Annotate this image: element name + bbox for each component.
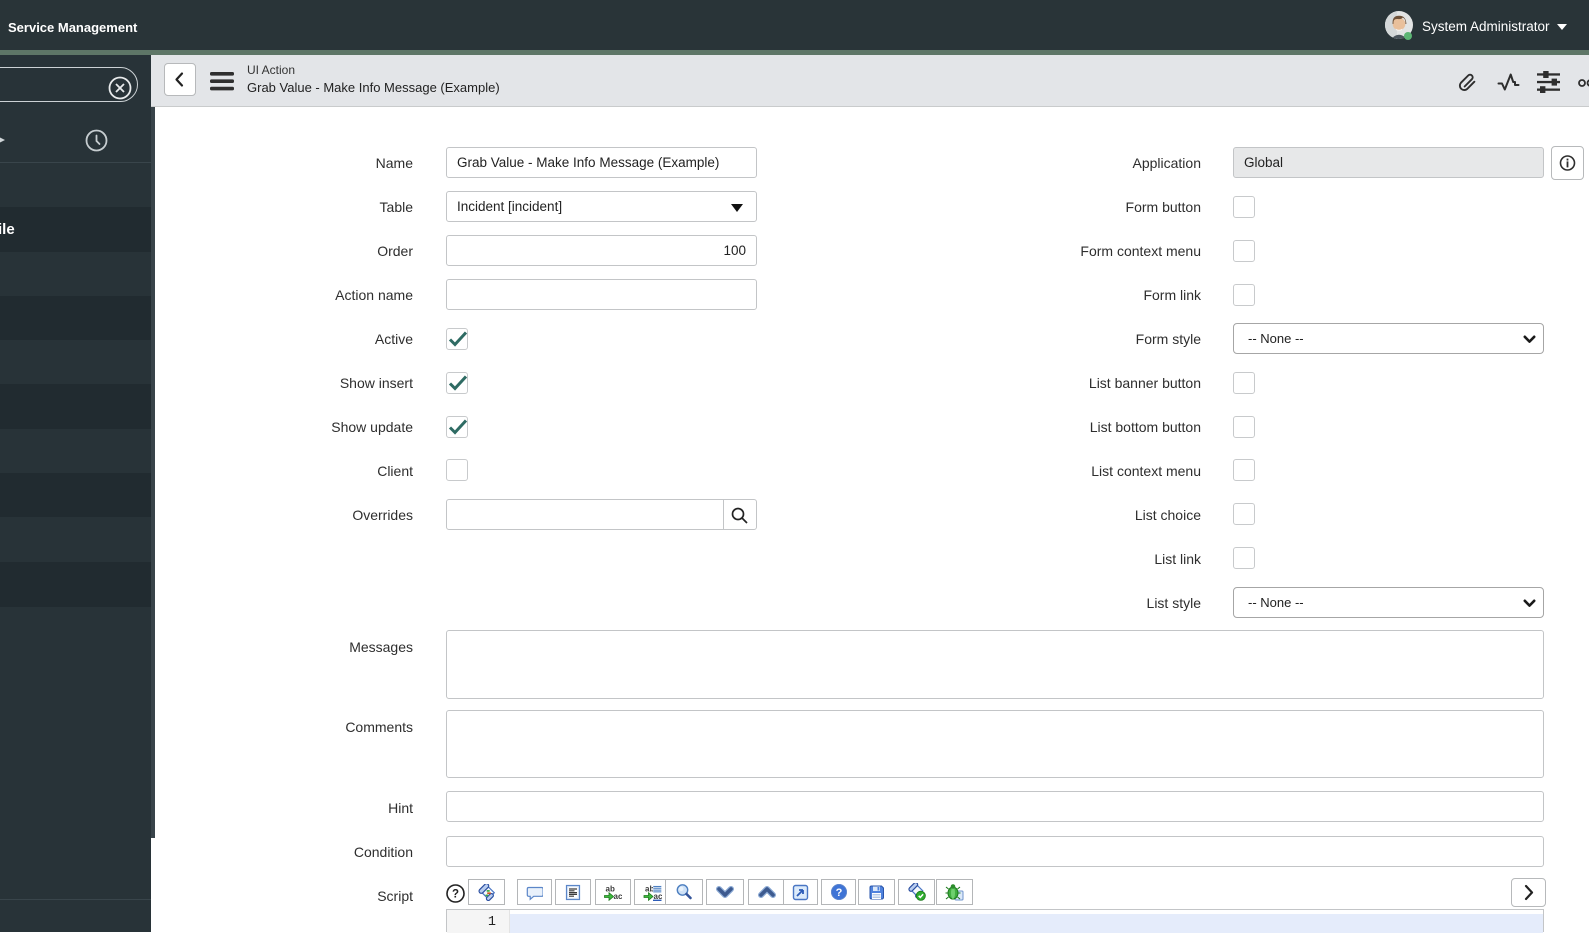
svg-text:?: ? [836,887,843,899]
svg-text:ac: ac [614,892,623,901]
svg-text:?: ? [452,889,459,901]
